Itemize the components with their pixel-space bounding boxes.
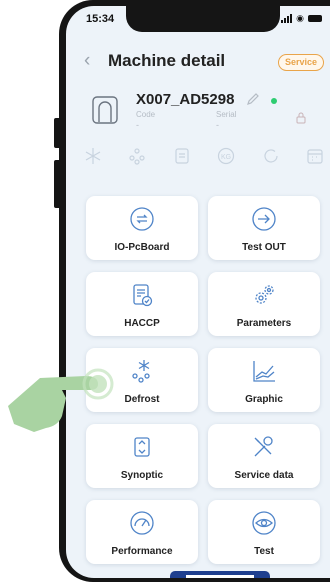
phone-side-button	[54, 118, 61, 148]
service-badge[interactable]: Service	[278, 54, 324, 71]
graph-icon	[246, 356, 282, 386]
gears-icon	[246, 280, 282, 310]
phone-notch	[126, 6, 280, 32]
tile-io-pcboard[interactable]: IO-PcBoard	[86, 196, 198, 260]
synoptic-icon	[124, 432, 160, 462]
arrow-out-icon	[246, 204, 282, 234]
tap-hand-icon	[8, 368, 114, 432]
machine-icon	[92, 96, 118, 124]
tile-label: Service data	[234, 470, 294, 481]
kg-icon: KG	[217, 147, 235, 170]
edit-icon[interactable]	[246, 92, 260, 106]
back-icon[interactable]: ‹	[84, 50, 90, 72]
tools-icon	[246, 432, 282, 462]
tile-test-out[interactable]: Test OUT	[208, 196, 320, 260]
tile-test[interactable]: Test	[208, 500, 320, 564]
app-screen: 15:34 ◉ ‹ Machine detail Service X007_AD…	[66, 6, 330, 578]
tile-label: Test	[254, 546, 274, 557]
status-icons: ◉	[281, 14, 322, 23]
code-value: -	[136, 120, 139, 130]
page-title: Machine detail	[108, 51, 226, 70]
document-check-icon	[124, 280, 160, 310]
snowflake-icon	[84, 147, 102, 170]
bottom-bar[interactable]	[170, 571, 270, 578]
droplets-icon	[128, 147, 146, 170]
phone-side-button	[54, 160, 61, 208]
tile-haccp[interactable]: HACCP	[86, 272, 198, 336]
battery-icon	[308, 15, 322, 22]
tile-label: Test OUT	[242, 242, 286, 253]
status-icon-row: KG	[84, 147, 324, 170]
lock-icon[interactable]	[296, 112, 306, 124]
doc-icon	[173, 147, 191, 170]
tile-label: IO-PcBoard	[114, 242, 170, 253]
cycle-icon	[262, 147, 280, 170]
signal-icon	[281, 14, 293, 23]
defrost-icon	[124, 356, 160, 386]
tile-performance[interactable]: Performance	[86, 500, 198, 564]
eye-icon	[246, 508, 282, 538]
machine-id: X007_AD5298	[136, 91, 235, 108]
tile-label: Synoptic	[120, 470, 164, 481]
tile-parameters[interactable]: Parameters	[208, 272, 320, 336]
wifi-icon: ◉	[296, 13, 304, 23]
serial-value: -	[216, 120, 219, 130]
tile-label: Performance	[111, 546, 173, 557]
serial-label: Serial	[216, 110, 237, 119]
calendar-icon	[306, 147, 324, 170]
code-label: Code	[136, 110, 156, 119]
svg-text:KG: KG	[221, 154, 231, 161]
online-status-dot	[271, 98, 277, 104]
tile-service-data[interactable]: Service data	[208, 424, 320, 488]
io-exchange-icon	[124, 204, 160, 234]
header: ‹ Machine detail Service	[66, 48, 330, 76]
tile-label: Parameters	[236, 318, 292, 329]
tile-graphic[interactable]: Graphic	[208, 348, 320, 412]
tile-label: HACCP	[124, 318, 160, 329]
tile-label: Graphic	[245, 394, 283, 405]
status-time: 15:34	[86, 13, 115, 25]
gauge-icon	[124, 508, 160, 538]
